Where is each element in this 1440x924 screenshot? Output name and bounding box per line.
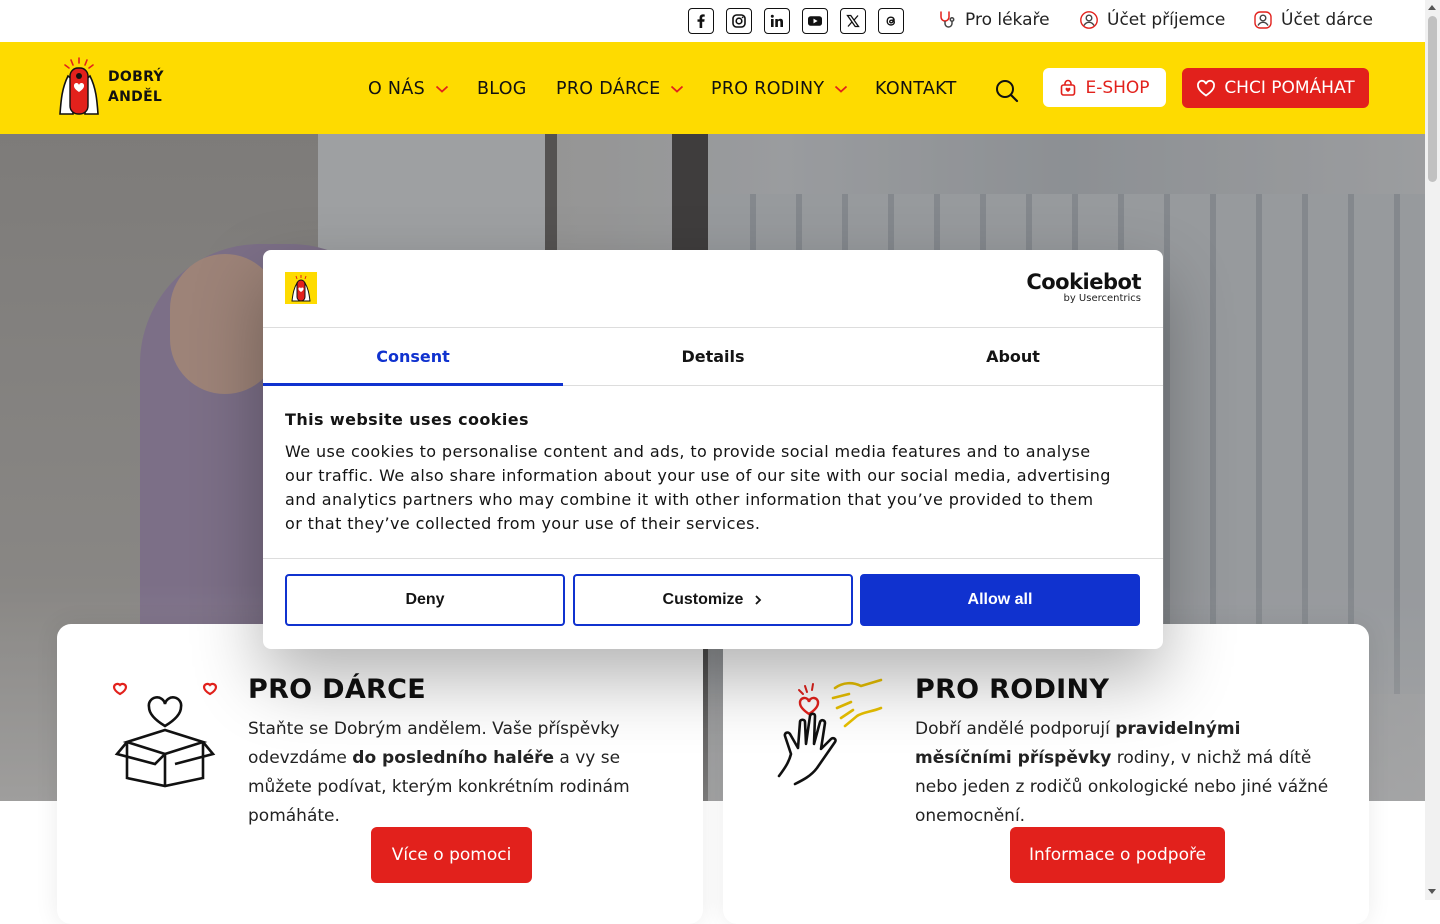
nav-pro-darce[interactable]: PRO DÁRCE bbox=[556, 79, 684, 99]
nav-blog[interactable]: BLOG bbox=[477, 79, 527, 99]
nav-kontakt[interactable]: KONTAKT bbox=[875, 79, 957, 99]
scroll-thumb[interactable] bbox=[1428, 16, 1437, 182]
nav-pro-darce-label: PRO DÁRCE bbox=[556, 79, 661, 99]
cookie-dialog-text: We use cookies to personalise content an… bbox=[285, 442, 1111, 533]
card-pro-rodiny: PRO RODINY Dobří andělé podporují pravid… bbox=[723, 624, 1369, 924]
chevron-down-icon bbox=[435, 85, 449, 93]
ucet-prijemce-link[interactable]: Účet příjemce bbox=[1079, 10, 1225, 30]
cookie-dialog-divider bbox=[263, 558, 1163, 559]
card-pro-rodiny-text: Dobří andělé podporují pravidelnými měsí… bbox=[915, 719, 1329, 826]
ucet-darce-link[interactable]: Účet dárce bbox=[1253, 10, 1373, 30]
chevron-right-icon bbox=[755, 595, 762, 605]
deny-label: Deny bbox=[405, 591, 445, 608]
ucet-darce-label: Účet dárce bbox=[1281, 10, 1373, 30]
angel-logo-icon bbox=[59, 57, 99, 115]
card-pro-darce: PRO DÁRCE Staňte se Dobrým andělem. Vaše… bbox=[57, 624, 703, 924]
cookie-dialog-header: Cookiebot by Usercentrics bbox=[263, 250, 1163, 328]
site-logo-small-icon bbox=[285, 272, 317, 304]
tab-consent[interactable]: Consent bbox=[263, 328, 563, 386]
cookiebot-brand-name: Cookiebot bbox=[1026, 270, 1141, 294]
x-icon[interactable] bbox=[840, 8, 866, 34]
linkedin-icon[interactable] bbox=[764, 8, 790, 34]
eshop-label: E-SHOP bbox=[1085, 77, 1150, 98]
nav-pro-rodiny-label: PRO RODINY bbox=[711, 79, 825, 99]
allow-all-label: Allow all bbox=[967, 591, 1033, 608]
logo[interactable]: DOBRÝ ANDĚL bbox=[56, 56, 164, 118]
chevron-down-icon bbox=[671, 85, 684, 93]
top-utility-bar: Pro lékaře Účet příjemce Účet dárce bbox=[0, 0, 1425, 42]
ucet-prijemce-label: Účet příjemce bbox=[1107, 10, 1226, 30]
deny-button[interactable]: Deny bbox=[285, 574, 565, 626]
youtube-icon[interactable] bbox=[802, 8, 828, 34]
eshop-button[interactable]: E-SHOP bbox=[1043, 68, 1166, 107]
facebook-icon[interactable] bbox=[688, 8, 714, 34]
logo-line-1: DOBRÝ bbox=[108, 69, 164, 85]
pro-lekare-label: Pro lékaře bbox=[965, 10, 1050, 30]
customize-button[interactable]: Customize bbox=[573, 574, 853, 626]
stethoscope-icon bbox=[940, 11, 955, 28]
page-scrollbar[interactable] bbox=[1425, 0, 1440, 900]
instagram-icon[interactable] bbox=[726, 8, 752, 34]
search-icon[interactable] bbox=[993, 77, 1021, 105]
scroll-up-arrow-icon[interactable] bbox=[1428, 5, 1436, 10]
cookiebot-brand-sub: by Usercentrics bbox=[1063, 293, 1141, 304]
shopping-bag-icon bbox=[1061, 79, 1076, 96]
helping-hands-icon bbox=[777, 678, 883, 786]
nav-pro-rodiny[interactable]: PRO RODINY bbox=[711, 79, 848, 99]
nav-kontakt-label: KONTAKT bbox=[875, 79, 957, 99]
tab-about[interactable]: About bbox=[863, 328, 1163, 385]
card-pro-darce-text: Staňte se Dobrým andělem. Vaše příspěvky… bbox=[248, 719, 630, 826]
tab-details[interactable]: Details bbox=[563, 328, 863, 385]
card-pro-rodiny-title: PRO RODINY bbox=[915, 674, 1110, 705]
pro-lekare-link[interactable]: Pro lékaře bbox=[937, 10, 1050, 30]
chci-pomahat-button[interactable]: CHCI POMÁHAT bbox=[1182, 68, 1369, 108]
nav-o-nas[interactable]: O NÁS bbox=[368, 79, 449, 99]
customize-label: Customize bbox=[662, 591, 744, 608]
scroll-down-arrow-icon[interactable] bbox=[1428, 889, 1436, 894]
cookie-dialog-title: This website uses cookies bbox=[285, 410, 529, 429]
vice-o-pomoci-button[interactable]: Více o pomoci bbox=[371, 827, 532, 883]
nav-o-nas-label: O NÁS bbox=[368, 79, 426, 99]
cookie-dialog-tabs: Consent Details About bbox=[263, 328, 1163, 386]
nav-blog-label: BLOG bbox=[477, 79, 527, 99]
threads-icon[interactable] bbox=[878, 8, 904, 34]
main-header: DOBRÝ ANDĚL O NÁS BLOG PRO DÁRCE PRO ROD… bbox=[0, 42, 1425, 134]
chevron-down-icon bbox=[835, 85, 848, 93]
card-pro-darce-title: PRO DÁRCE bbox=[248, 674, 426, 705]
logo-line-2: ANDĚL bbox=[108, 89, 163, 105]
user-circle-icon bbox=[1080, 11, 1098, 29]
cookie-consent-dialog: Cookiebot by Usercentrics Consent Detail… bbox=[263, 250, 1163, 649]
allow-all-button[interactable]: Allow all bbox=[860, 574, 1140, 626]
cookiebot-brand[interactable]: Cookiebot by Usercentrics bbox=[1026, 270, 1141, 304]
heart-icon bbox=[1197, 79, 1216, 97]
gift-box-hearts-icon bbox=[112, 682, 218, 788]
chci-pomahat-label: CHCI POMÁHAT bbox=[1224, 78, 1355, 98]
informace-o-podpore-button[interactable]: Informace o podpoře bbox=[1010, 827, 1225, 883]
user-square-icon bbox=[1254, 11, 1272, 29]
